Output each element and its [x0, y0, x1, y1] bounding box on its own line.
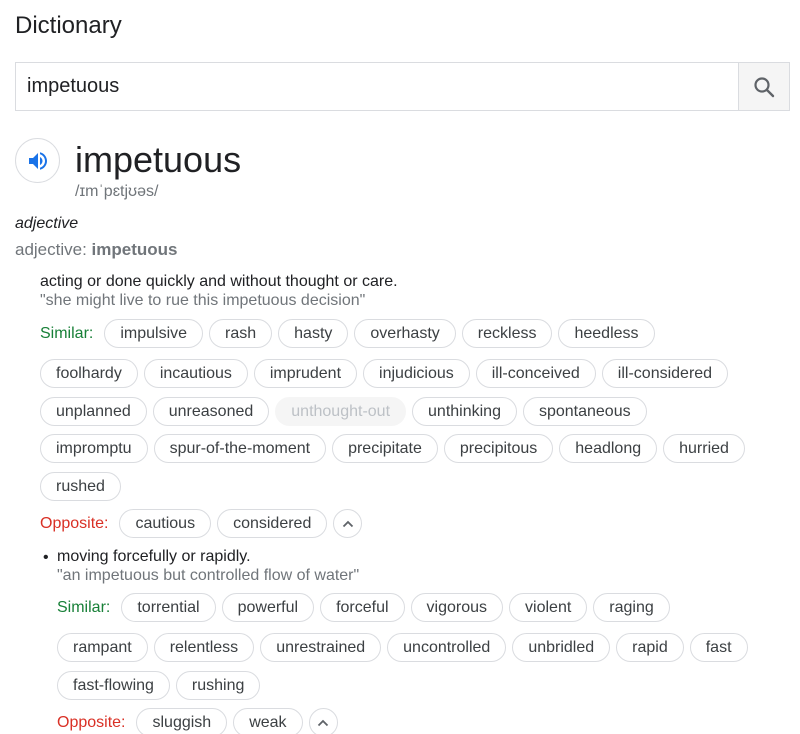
- synonym-chip[interactable]: spontaneous: [522, 397, 647, 426]
- synonym-chip[interactable]: impulsive: [104, 319, 204, 348]
- synonym-chip-disabled: unthought-out: [275, 397, 407, 426]
- similar-row-2c: fast-flowing rushing: [57, 670, 261, 701]
- synonym-chip[interactable]: unplanned: [40, 397, 147, 426]
- synonym-chip[interactable]: unbridled: [512, 633, 611, 662]
- example-1: "she might live to rue this impetuous de…: [40, 292, 366, 309]
- pronunciation-button[interactable]: [15, 138, 60, 183]
- synonym-chip[interactable]: injudicious: [363, 359, 470, 388]
- search-button[interactable]: [738, 63, 789, 110]
- synonym-chip[interactable]: reckless: [461, 319, 553, 348]
- part-of-speech: adjective: [15, 215, 79, 232]
- search-box: [15, 62, 790, 111]
- similar-row-1c: unplanned unreasoned unthought-out unthi…: [40, 396, 647, 427]
- opposite-row-2: Opposite: sluggish weak: [57, 707, 338, 734]
- synonym-chip[interactable]: violent: [509, 593, 588, 622]
- search-icon: [754, 76, 775, 97]
- definition-2: moving forcefully or rapidly.: [57, 548, 251, 565]
- bullet: •: [43, 549, 49, 566]
- synonym-chip[interactable]: unthinking: [412, 397, 517, 426]
- antonym-chip[interactable]: weak: [233, 708, 303, 734]
- synonym-chip[interactable]: torrential: [121, 593, 216, 622]
- synonym-chip[interactable]: rapid: [616, 633, 684, 662]
- synonym-chip[interactable]: relentless: [153, 633, 255, 662]
- antonym-chip[interactable]: considered: [217, 509, 328, 538]
- speaker-icon: [28, 151, 47, 170]
- synonym-chip[interactable]: imprudent: [253, 359, 358, 388]
- part-of-speech-line: adjective: impetuous: [15, 240, 178, 260]
- headword: impetuous: [75, 139, 242, 180]
- synonym-chip[interactable]: precipitate: [332, 434, 438, 463]
- synonym-chip[interactable]: overhasty: [354, 319, 456, 348]
- synonym-chip[interactable]: fast: [689, 633, 748, 662]
- synonym-chip[interactable]: spur-of-the-moment: [153, 434, 327, 463]
- definition-1: acting or done quickly and without thoug…: [40, 273, 398, 290]
- similar-label: Similar:: [40, 324, 94, 342]
- synonym-chip[interactable]: rash: [209, 319, 273, 348]
- synonym-chip[interactable]: vigorous: [410, 593, 504, 622]
- collapse-button[interactable]: [333, 509, 363, 538]
- synonym-chip[interactable]: rampant: [57, 633, 148, 662]
- synonym-chip[interactable]: unrestrained: [260, 633, 382, 662]
- example-2: "an impetuous but controlled flow of wat…: [57, 567, 360, 584]
- antonym-chip[interactable]: cautious: [119, 509, 212, 538]
- page-title: Dictionary: [15, 12, 122, 39]
- synonym-chip[interactable]: precipitous: [443, 434, 554, 463]
- synonym-chip[interactable]: impromptu: [40, 434, 148, 463]
- opposite-label: Opposite:: [40, 514, 109, 532]
- synonym-chip[interactable]: foolhardy: [40, 359, 138, 388]
- antonym-chip[interactable]: sluggish: [136, 708, 228, 734]
- chevron-up-icon: [342, 520, 353, 527]
- synonym-chip[interactable]: ill-considered: [601, 359, 729, 388]
- chevron-up-icon: [317, 719, 329, 726]
- opposite-label: Opposite:: [57, 713, 126, 731]
- opposite-row-1: Opposite: cautious considered: [40, 508, 363, 539]
- synonym-chip[interactable]: raging: [593, 593, 670, 622]
- similar-row-2b: rampant relentless unrestrained uncontro…: [57, 632, 748, 663]
- pos-word: impetuous: [91, 240, 178, 259]
- synonym-chip[interactable]: unreasoned: [152, 397, 270, 426]
- similar-label: Similar:: [57, 598, 111, 616]
- similar-row-1d: impromptu spur-of-the-moment precipitate…: [40, 433, 745, 464]
- synonym-chip[interactable]: hasty: [278, 319, 349, 348]
- phonetic-transcription: /ɪmˈpɛtjʊəs/: [75, 183, 159, 200]
- similar-row-1b: foolhardy incautious imprudent injudicio…: [40, 358, 729, 389]
- synonym-chip[interactable]: uncontrolled: [387, 633, 507, 662]
- synonym-chip[interactable]: headlong: [559, 434, 658, 463]
- synonym-chip[interactable]: rushing: [175, 671, 261, 700]
- synonym-chip[interactable]: incautious: [143, 359, 248, 388]
- synonym-chip[interactable]: hurried: [663, 434, 745, 463]
- similar-row-1a: Similar: impulsive rash hasty overhasty …: [40, 318, 655, 349]
- similar-row-1e: rushed: [40, 471, 121, 502]
- synonym-chip[interactable]: fast-flowing: [57, 671, 170, 700]
- pos-prefix: adjective:: [15, 240, 92, 259]
- synonym-chip[interactable]: forceful: [320, 593, 405, 622]
- synonym-chip[interactable]: powerful: [221, 593, 315, 622]
- collapse-button[interactable]: [308, 708, 338, 734]
- synonym-chip[interactable]: ill-conceived: [475, 359, 596, 388]
- similar-row-2a: Similar: torrential powerful forceful vi…: [57, 592, 670, 623]
- search-input[interactable]: [16, 63, 738, 110]
- synonym-chip[interactable]: rushed: [40, 472, 121, 501]
- synonym-chip[interactable]: heedless: [558, 319, 655, 348]
